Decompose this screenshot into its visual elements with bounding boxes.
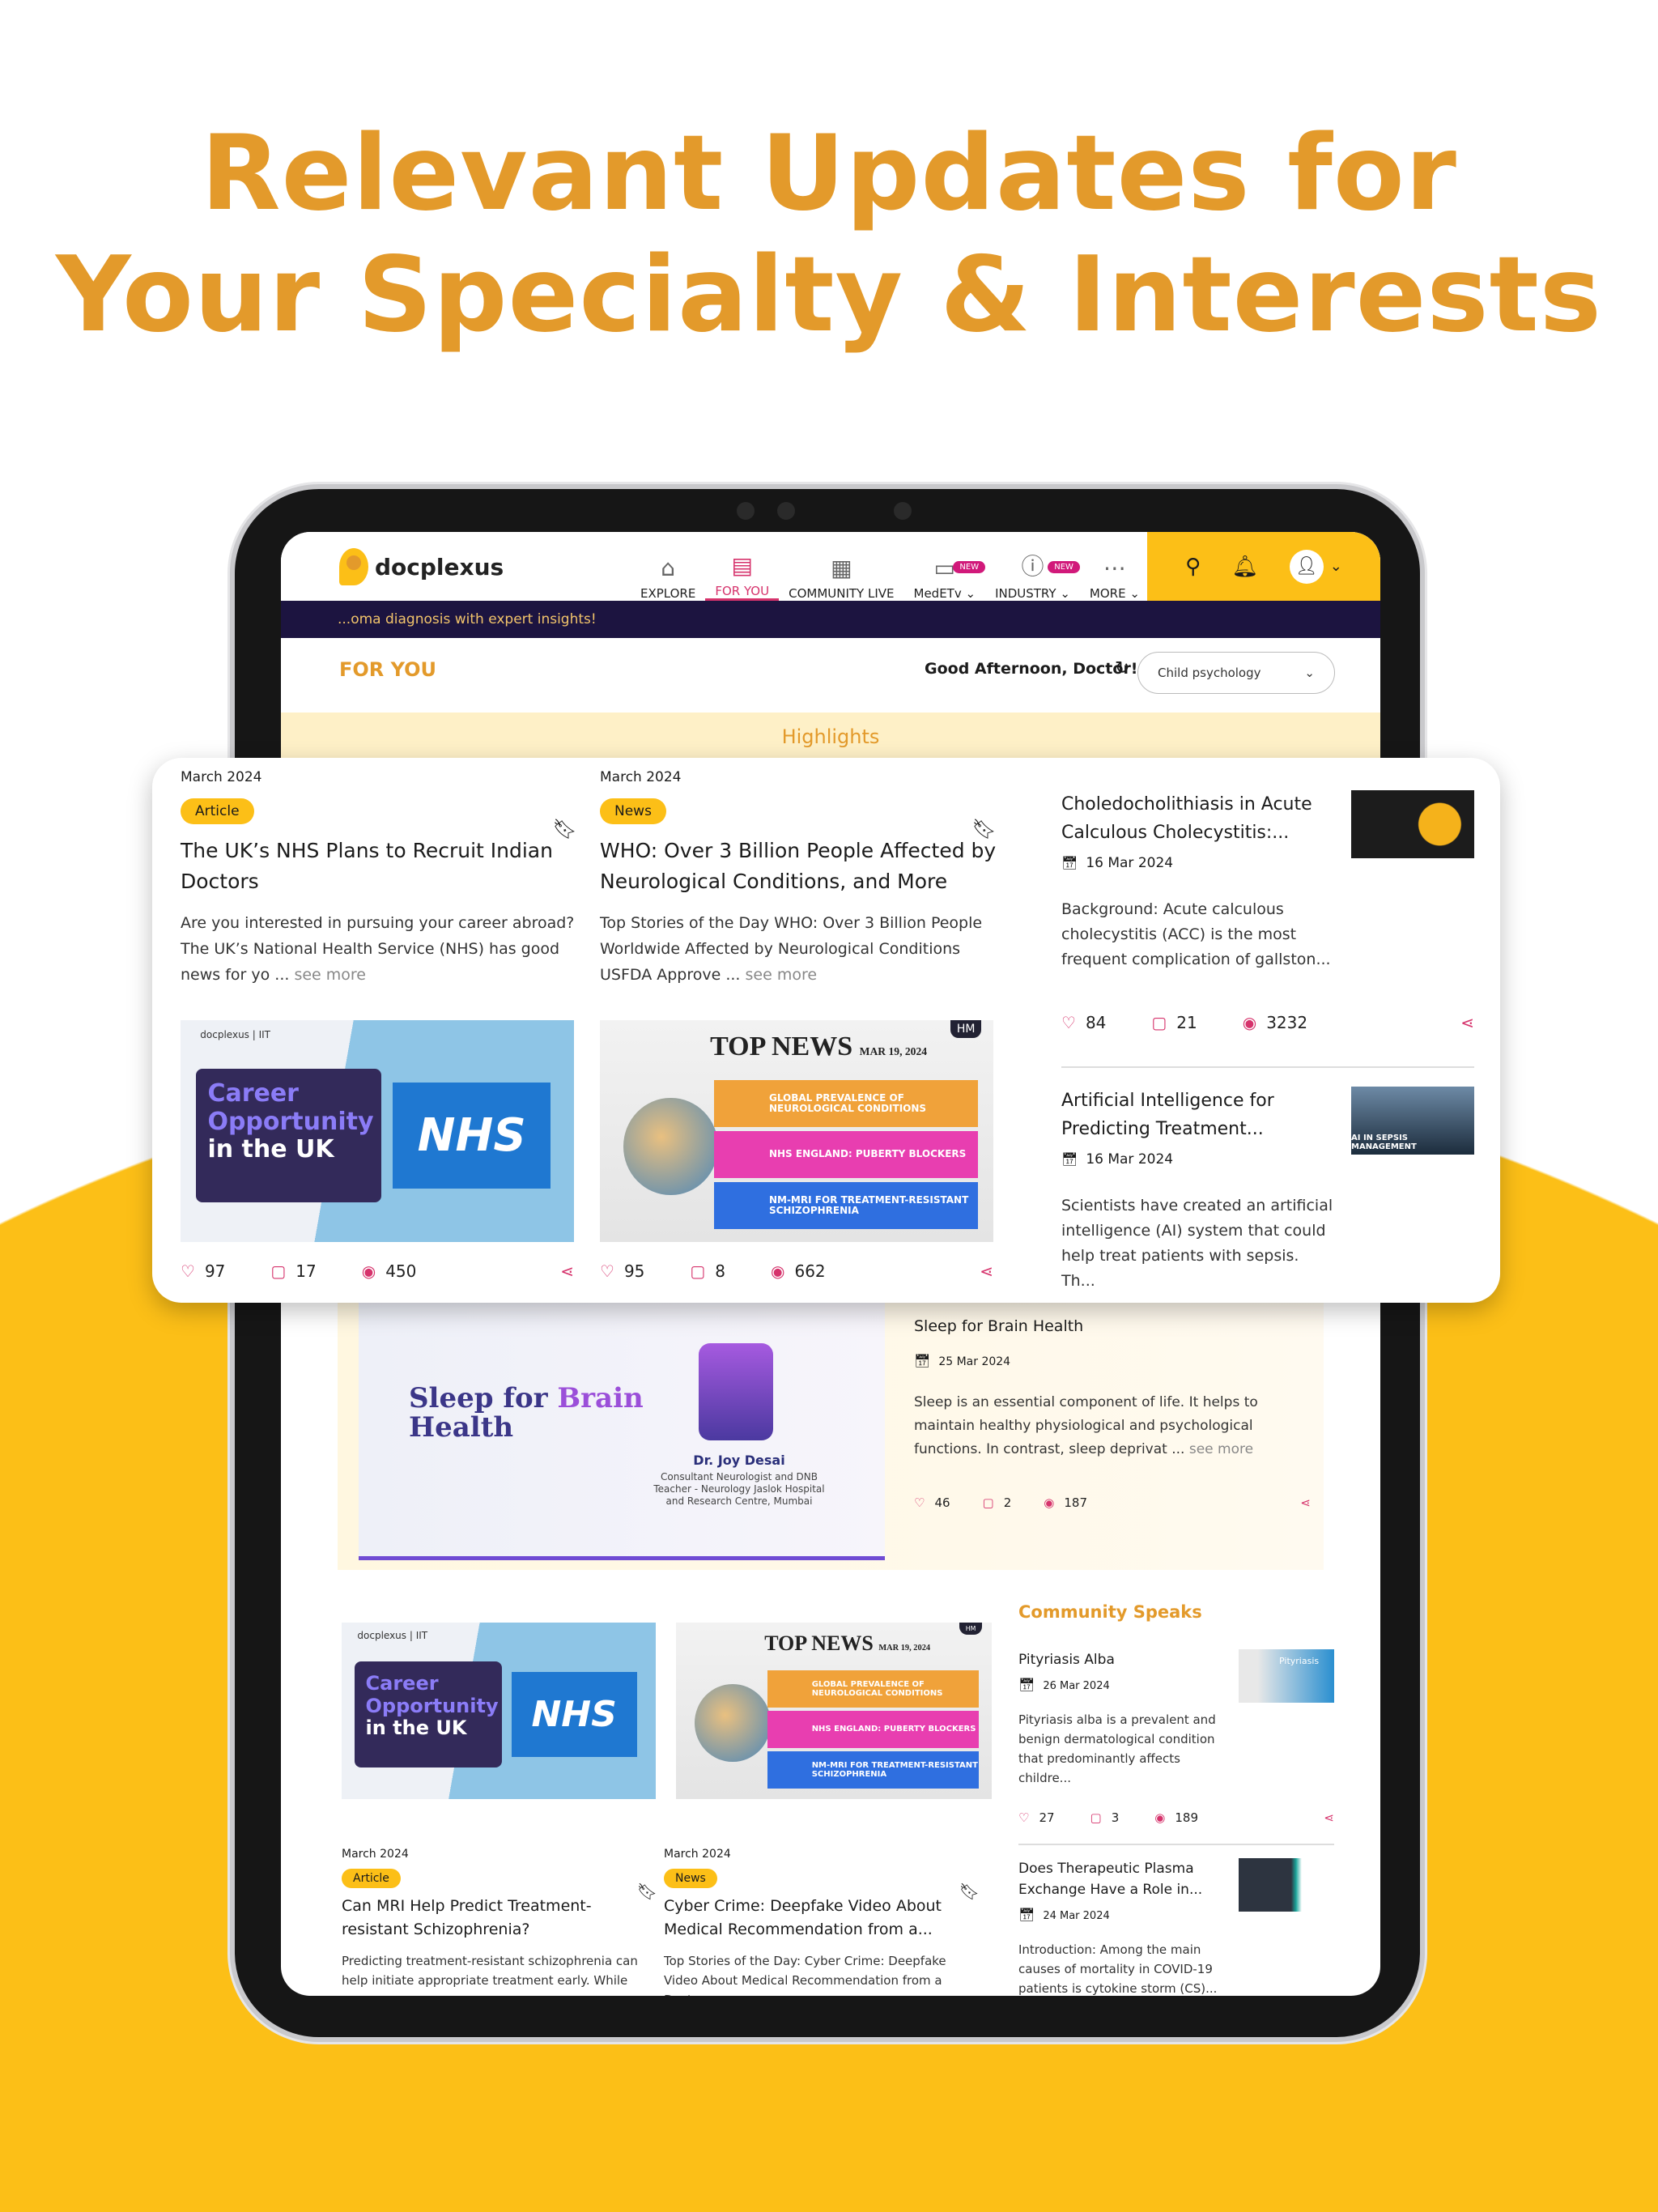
new-badge: NEW xyxy=(1048,561,1080,573)
page-title: FOR YOU xyxy=(339,658,437,681)
comment-icon[interactable]: ▢ xyxy=(1151,1013,1167,1032)
doctor-photo xyxy=(699,1343,773,1440)
heart-icon[interactable]: ♡ xyxy=(1061,1013,1076,1032)
chevron-down-icon: ⌄ xyxy=(965,586,976,601)
comment-icon[interactable]: ▢ xyxy=(270,1261,286,1281)
nav-for-you[interactable]: ▤ FOR YOU xyxy=(705,538,780,601)
home-icon: ⌂ xyxy=(661,555,676,581)
article-card[interactable]: March 2024 News 🔖︎ Cyber Crime: Deepfake… xyxy=(664,1848,980,1996)
share-icon[interactable]: ⋖ xyxy=(980,1261,993,1281)
top-nav: docplexus ⌂ EXPLORE ▤ FOR YOU ▦ COMMUNITY L… xyxy=(281,532,1380,601)
more-icon: ⋯ xyxy=(1103,555,1126,581)
article-card[interactable]: March 2024 Article 🔖︎ The UK’s NHS Plans… xyxy=(181,769,577,988)
bell-icon[interactable]: 🔔︎ xyxy=(1231,555,1258,579)
eye-icon: ◉ xyxy=(1154,1810,1166,1825)
divider xyxy=(1018,1844,1334,1845)
bookmark-icon[interactable]: 🔖︎ xyxy=(972,818,997,840)
pityriasis-image: Pityriasis xyxy=(1239,1649,1334,1703)
live-calendar-icon: ▦ xyxy=(831,555,852,581)
heart-icon[interactable]: ♡ xyxy=(181,1261,195,1281)
heart-icon[interactable]: ♡ xyxy=(1018,1810,1029,1825)
choledocholithiasis-image xyxy=(1351,790,1474,858)
refresh-icon[interactable]: ↻ xyxy=(1115,658,1129,678)
camera-dot xyxy=(894,502,912,520)
ai-sepsis-image: AI IN SEPSIS MANAGEMENT xyxy=(1351,1087,1474,1155)
calendar-icon: 📅︎ xyxy=(1061,855,1078,870)
new-badge: NEW xyxy=(953,561,986,573)
side-article[interactable]: Choledocholithiasis in Acute Calculous C… xyxy=(1061,790,1474,1032)
logo-icon xyxy=(339,548,368,585)
divider xyxy=(1061,1066,1474,1068)
calendar-icon: 📅︎ xyxy=(1018,1677,1035,1692)
specialty-select[interactable]: Child psychology ⌄ xyxy=(1137,652,1335,694)
bookmark-icon[interactable]: 🔖︎ xyxy=(553,818,577,840)
article-card[interactable]: March 2024 News 🔖︎ WHO: Over 3 Billion P… xyxy=(600,769,997,988)
type-badge: Article xyxy=(342,1869,401,1888)
sleep-feature[interactable]: Sleep for Brain Health Dr. Joy Desai Cons… xyxy=(338,1303,1324,1570)
community-speaks-heading: Community Speaks xyxy=(1018,1602,1202,1622)
newspaper-icon: ▤ xyxy=(731,552,753,579)
article-card[interactable]: March 2024 Article 🔖︎ Can MRI Help Predi… xyxy=(342,1848,657,1990)
eye-icon: ◉ xyxy=(361,1261,376,1281)
share-icon[interactable]: ⋖ xyxy=(1460,1013,1474,1032)
sleep-title[interactable]: Sleep for Brain Health xyxy=(914,1317,1311,1335)
calendar-icon: 📅︎ xyxy=(1061,1151,1078,1167)
greeting: Good Afternoon, Doctor! xyxy=(925,660,1138,678)
heart-icon[interactable]: ♡ xyxy=(914,1495,925,1510)
chevron-down-icon: ⌄ xyxy=(1304,666,1315,680)
info-icon: ⓘ xyxy=(1021,553,1044,580)
see-more-link[interactable]: see more xyxy=(746,966,818,984)
hero-heading: Relevant Updates for Your Specialty & In… xyxy=(56,113,1602,355)
nhs-image[interactable]: docplexus | IIT Career Opportunity in the … xyxy=(181,1020,574,1242)
comment-icon[interactable]: ▢ xyxy=(690,1261,705,1281)
camera-dot xyxy=(737,502,755,520)
type-badge: Article xyxy=(181,798,254,824)
docplexus-logo[interactable]: docplexus xyxy=(339,548,504,585)
calendar-icon: 📅︎ xyxy=(1018,1907,1035,1922)
eye-icon: ◉ xyxy=(771,1261,785,1281)
nav-explore[interactable]: ⌂ EXPLORE xyxy=(631,538,705,601)
news-ticker[interactable]: ...oma diagnosis with expert insights! xyxy=(281,601,1380,638)
chevron-down-icon: ⌄ xyxy=(1060,586,1070,601)
comment-icon[interactable]: ▢ xyxy=(983,1495,994,1510)
share-icon[interactable]: ⋖ xyxy=(560,1261,574,1281)
chevron-down-icon: ⌄ xyxy=(1329,558,1342,575)
type-badge: News xyxy=(664,1869,717,1888)
side-article[interactable]: Artificial Intelligence for Predicting T… xyxy=(1061,1087,1474,1294)
see-more-link[interactable]: see more xyxy=(294,966,366,984)
camera-dot xyxy=(777,502,795,520)
chevron-down-icon: ⌄ xyxy=(1129,586,1140,601)
plasma-exchange-image xyxy=(1239,1858,1334,1912)
nav-industry[interactable]: ⓘ NEW INDUSTRY ⌄ xyxy=(985,538,1080,601)
eye-icon: ◉ xyxy=(1242,1013,1257,1032)
see-more-link[interactable]: see more xyxy=(1189,1441,1253,1457)
search-icon[interactable]: ⚲ xyxy=(1185,555,1201,579)
highlights-card: March 2024 Article 🔖︎ The UK’s NHS Plans… xyxy=(152,758,1500,1303)
nav-more[interactable]: ⋯ MORE ⌄ xyxy=(1080,538,1150,601)
bookmark-icon[interactable]: 🔖︎ xyxy=(959,1882,980,1901)
comment-icon[interactable]: ▢ xyxy=(1090,1810,1102,1825)
avatar: 👤︎ xyxy=(1289,549,1324,584)
heart-icon[interactable]: ♡ xyxy=(600,1261,614,1281)
nhs-image[interactable]: docplexus | IIT Career Opportunity in the … xyxy=(342,1623,656,1799)
share-icon[interactable]: ⋖ xyxy=(1300,1495,1311,1510)
sleep-image: Sleep for Brain Health Dr. Joy Desai Cons… xyxy=(359,1303,885,1560)
eye-icon: ◉ xyxy=(1044,1495,1055,1510)
bookmark-icon[interactable]: 🔖︎ xyxy=(637,1882,657,1901)
top-news-image[interactable]: HM TOP NEWS MAR 19, 2024 GLOBAL PREVALEN… xyxy=(600,1020,993,1242)
share-icon[interactable]: ⋖ xyxy=(1324,1810,1334,1825)
calendar-icon: 📅︎ xyxy=(914,1353,931,1368)
profile-menu[interactable]: 👤︎ ⌄ xyxy=(1289,549,1342,584)
community-item[interactable]: Does Therapeutic Plasma Exchange Have a … xyxy=(1018,1858,1334,1996)
type-badge: News xyxy=(600,798,666,824)
community-item[interactable]: Pityriasis Alba 📅︎ 26 Mar 2024 Pityriasis… xyxy=(1018,1649,1334,1825)
top-news-image[interactable]: HM TOP NEWS MAR 19, 2024 GLOBAL PREVALEN… xyxy=(676,1623,992,1799)
highlights-heading: Highlights xyxy=(281,713,1380,762)
nav-medetv[interactable]: ▭ NEW MedETv ⌄ xyxy=(904,538,986,601)
tv-icon: ▭ xyxy=(933,555,956,581)
nav-community-live[interactable]: ▦ COMMUNITY LIVE xyxy=(779,538,903,601)
